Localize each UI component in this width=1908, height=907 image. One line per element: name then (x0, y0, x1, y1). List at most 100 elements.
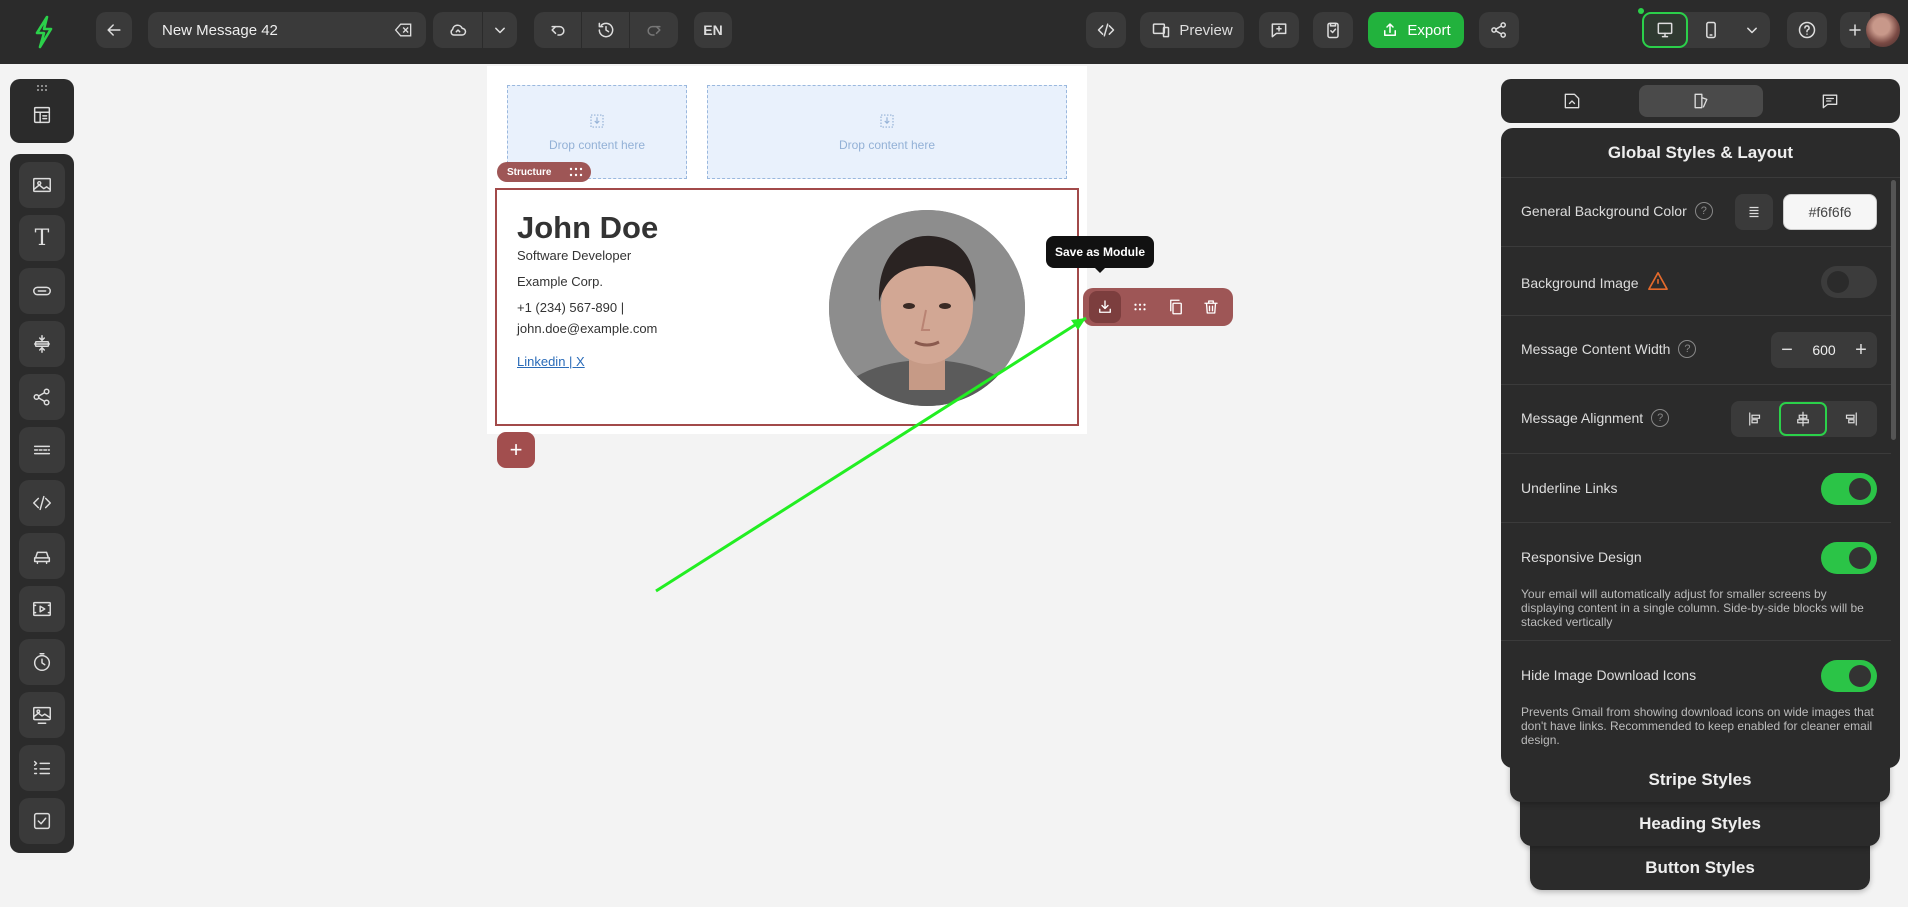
align-right-icon (1845, 412, 1857, 426)
structure-tag[interactable]: Structure (497, 162, 591, 182)
social-block-button[interactable] (19, 374, 65, 420)
save-as-module-button[interactable] (1088, 291, 1121, 323)
underline-links-toggle[interactable] (1821, 473, 1877, 505)
align-right-button[interactable] (1827, 402, 1875, 436)
cloud-save-button[interactable] (433, 12, 483, 48)
devices-icon (1153, 23, 1170, 38)
clear-name-icon[interactable] (394, 20, 414, 40)
checklist-button[interactable] (1313, 12, 1353, 48)
tab-styles[interactable] (1638, 85, 1763, 117)
checkbox-block-button[interactable] (19, 798, 65, 844)
banner-block-button[interactable] (19, 692, 65, 738)
text-block-button[interactable]: T (19, 215, 65, 261)
panel-scrollbar[interactable] (1891, 180, 1896, 440)
user-avatar[interactable] (1866, 13, 1900, 47)
code-view-button[interactable] (1086, 12, 1126, 48)
button-block-button[interactable] (19, 268, 65, 314)
divider-block-button[interactable] (19, 427, 65, 473)
export-button[interactable]: Export (1368, 12, 1464, 48)
increment-button[interactable]: + (1845, 334, 1877, 366)
layouts-icon (27, 100, 57, 130)
layouts-panel-toggle[interactable] (10, 79, 74, 143)
align-center-icon (1797, 411, 1809, 427)
x-link[interactable]: X (576, 354, 585, 369)
align-left-button[interactable] (1731, 402, 1779, 436)
bg-image-toggle[interactable] (1821, 266, 1877, 298)
content-width-value[interactable]: 600 (1812, 342, 1835, 358)
list-block-button[interactable] (19, 745, 65, 791)
redo-button[interactable] (630, 12, 678, 48)
signature-name[interactable]: John Doe (517, 210, 658, 246)
save-options-button[interactable] (483, 12, 517, 48)
color-picker-button[interactable] (1735, 194, 1773, 230)
top-bar: New Message 42 EN Preview Export (0, 0, 1908, 64)
timer-icon (33, 653, 51, 671)
tab-content[interactable] (1510, 85, 1634, 117)
move-row-button[interactable] (1124, 291, 1156, 323)
signature-title[interactable]: Software Developer (517, 248, 631, 263)
menu-block-button[interactable] (19, 533, 65, 579)
timer-block-button[interactable] (19, 639, 65, 685)
share-button[interactable] (1479, 12, 1519, 48)
duplicate-row-button[interactable] (1160, 291, 1192, 323)
undo-icon (550, 25, 565, 36)
history-button[interactable] (582, 12, 630, 48)
align-center-button[interactable] (1779, 402, 1827, 436)
decrement-button[interactable]: − (1771, 334, 1803, 366)
hide-icons-toggle[interactable] (1821, 660, 1877, 692)
banner-image-icon (33, 706, 51, 724)
video-block-button[interactable] (19, 586, 65, 632)
warning-icon[interactable] (1647, 271, 1669, 294)
drag-grip-icon[interactable] (36, 85, 48, 91)
drop-zone-label: Drop content here (548, 138, 646, 152)
signature-phone[interactable]: +1 (234) 567-890 | (517, 300, 624, 315)
app-logo-icon[interactable] (28, 12, 60, 52)
signature-company[interactable]: Example Corp. (517, 274, 603, 289)
image-block-button[interactable] (19, 162, 65, 208)
export-icon (1384, 23, 1397, 36)
redo-icon (647, 25, 661, 36)
section-label: Heading Styles (1639, 814, 1761, 833)
language-label: EN (703, 22, 723, 38)
language-button[interactable]: EN (694, 12, 732, 48)
underline-label: Underline Links (1521, 480, 1618, 496)
bg-image-row: Background Image (1501, 247, 1891, 316)
help-icon[interactable]: ? (1678, 340, 1697, 358)
add-row-button[interactable]: + (497, 432, 535, 468)
tab-comments[interactable] (1768, 85, 1892, 117)
structure-label: Structure (507, 166, 552, 178)
mobile-view-button[interactable] (1688, 12, 1734, 48)
responsive-toggle[interactable] (1821, 542, 1877, 574)
responsive-label: Responsive Design (1521, 549, 1642, 565)
drop-zone-right[interactable]: Drop content here (707, 85, 1067, 179)
profile-photo[interactable] (829, 210, 1025, 406)
delete-row-button[interactable] (1195, 291, 1227, 323)
brush-icon (1694, 93, 1707, 109)
back-button[interactable] (96, 12, 132, 48)
device-options-button[interactable] (1734, 12, 1770, 48)
add-comment-button[interactable] (1259, 12, 1299, 48)
message-name-input[interactable]: New Message 42 (148, 12, 426, 48)
help-button[interactable] (1787, 12, 1827, 48)
spacer-block-button[interactable] (19, 321, 65, 367)
help-icon[interactable]: ? (1651, 409, 1670, 427)
undo-button[interactable] (534, 12, 582, 48)
linkedin-link[interactable]: Linkedin (517, 354, 565, 369)
drag-handle-icon[interactable] (569, 167, 583, 177)
menu-bar-icon (33, 551, 51, 565)
html-block-button[interactable] (19, 480, 65, 526)
save-group (433, 12, 517, 48)
preview-button[interactable]: Preview (1140, 12, 1244, 48)
drop-zone-label: Drop content here (838, 138, 936, 152)
signature-email[interactable]: john.doe@example.com (517, 321, 657, 336)
message-name-text: New Message 42 (162, 21, 278, 39)
bg-color-label-wrap: General Background Color ? (1521, 202, 1713, 220)
image-icon (33, 177, 51, 193)
bg-color-input[interactable]: #f6f6f6 (1783, 194, 1877, 230)
desktop-view-button[interactable] (1642, 12, 1688, 48)
palette-lines-icon (1749, 206, 1759, 218)
help-icon[interactable]: ? (1694, 202, 1713, 220)
drop-icon (590, 114, 604, 128)
export-label: Export (1407, 21, 1451, 39)
selected-signature-row[interactable]: John Doe Software Developer Example Corp… (495, 188, 1079, 426)
